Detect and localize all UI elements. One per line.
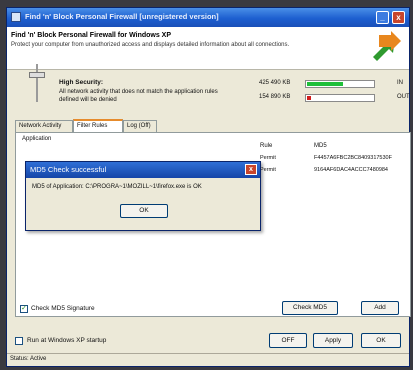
minimize-button[interactable]: _ <box>376 11 389 24</box>
security-level-label: High Security: <box>59 79 104 86</box>
tab-log[interactable]: Log (Off) <box>123 120 157 132</box>
apply-button[interactable]: Apply <box>313 333 353 348</box>
out-traffic-meter <box>305 94 375 102</box>
off-button[interactable]: OFF <box>269 333 307 348</box>
check-md5-button[interactable]: Check MD5 <box>282 301 338 315</box>
dialog-title[interactable]: MD5 Check successful <box>26 162 260 178</box>
rule-cell: Permit <box>260 167 276 173</box>
close-button[interactable]: x <box>392 11 405 24</box>
dialog-message: MD5 of Application: C:\PROGRA~1\MOZILL~1… <box>32 184 202 190</box>
run-at-startup-checkbox[interactable] <box>15 337 23 345</box>
column-header-md5[interactable]: MD5 <box>314 143 327 149</box>
in-label: IN <box>397 80 403 86</box>
window-title: Find 'n' Block Personal Firewall [unregi… <box>25 12 219 21</box>
column-header-application[interactable]: Application <box>22 136 51 142</box>
title-bar[interactable]: Find 'n' Block Personal Firewall [unregi… <box>7 8 409 27</box>
md5-cell: 9164AF6DAC4ACCC7480984 <box>314 167 388 173</box>
in-traffic-meter <box>305 80 375 88</box>
tab-filter-rules[interactable]: Filter Rules <box>73 119 123 132</box>
slider-track <box>36 64 38 102</box>
dialog-ok-button[interactable]: OK <box>120 204 168 218</box>
out-traffic-value: 154 890 KB <box>259 94 291 100</box>
tab-network-activity[interactable]: Network Activity <box>15 120 73 132</box>
product-heading: Find 'n' Block Personal Firewall for Win… <box>11 32 172 39</box>
md5-cell: F4457A6FBC2BC8409317530F <box>314 155 392 161</box>
firewall-window: Find 'n' Block Personal Firewall [unregi… <box>6 7 411 367</box>
run-at-startup-label: Run at Windows XP startup <box>27 337 107 344</box>
ok-button[interactable]: OK <box>361 333 401 348</box>
add-button[interactable]: Add <box>361 301 399 315</box>
status-bar: Status: Active <box>7 353 409 366</box>
in-traffic-value: 425 490 KB <box>259 80 291 86</box>
security-description: All network activity that does not match… <box>59 89 218 103</box>
app-icon <box>11 12 21 22</box>
out-label: OUT <box>397 94 410 100</box>
firewall-logo-icon <box>373 31 401 61</box>
check-md5-label: Check MD5 Signature <box>31 305 95 312</box>
dialog-close-button[interactable]: x <box>245 164 257 175</box>
column-header-rule[interactable]: Rule <box>260 143 272 149</box>
table-row[interactable]: Permit <box>260 167 276 173</box>
security-level-slider[interactable] <box>27 64 47 102</box>
md5-check-dialog: MD5 Check successful x MD5 of Applicatio… <box>25 161 261 231</box>
rule-cell: Permit <box>260 155 276 161</box>
out-traffic-meter-fill <box>307 96 311 100</box>
header-banner: Find 'n' Block Personal Firewall for Win… <box>7 27 409 70</box>
product-subtitle: Protect your computer from unauthorized … <box>11 42 290 48</box>
in-traffic-meter-fill <box>307 82 343 86</box>
slider-thumb[interactable] <box>29 72 45 78</box>
check-md5-checkbox[interactable]: ✓ <box>20 305 28 313</box>
table-row[interactable]: Permit <box>260 155 276 161</box>
